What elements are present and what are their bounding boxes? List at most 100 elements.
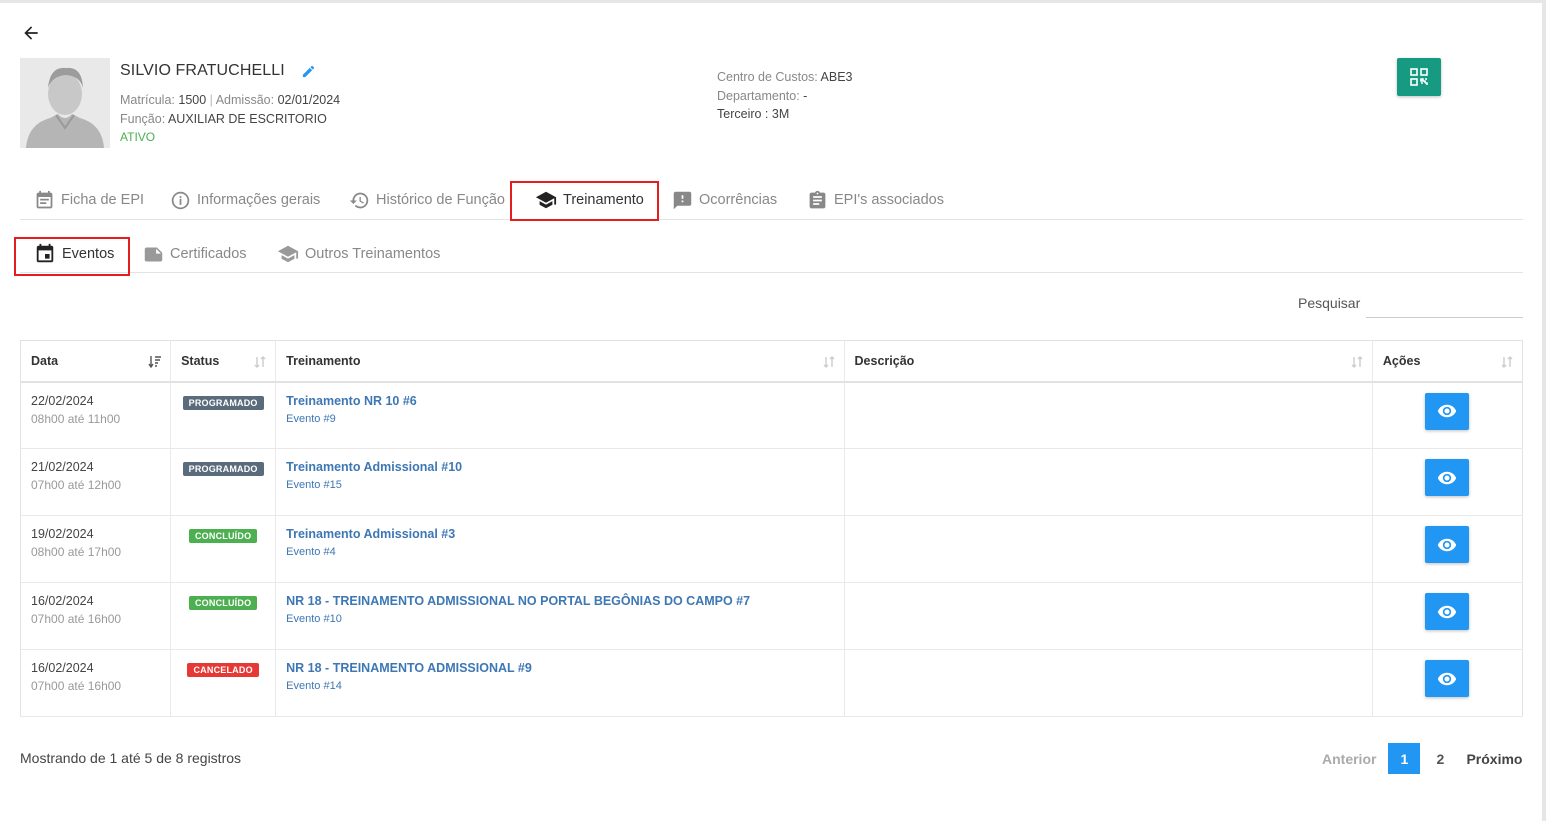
info-circle-icon <box>171 191 190 209</box>
event-id: Evento #14 <box>286 680 342 692</box>
view-button[interactable] <box>1425 593 1470 630</box>
calendar-icon <box>36 243 54 263</box>
cell-description <box>844 649 1373 717</box>
cell-actions <box>1372 582 1523 650</box>
cell-actions <box>1372 448 1523 516</box>
table-row: 22/02/2024 08h00 até 11h00 PROGRAMADO Trein… <box>20 381 1523 449</box>
subtab-eventos[interactable]: Eventos <box>34 235 114 273</box>
cell-training: Treinamento Admissional #3 Evento #4 <box>275 515 845 583</box>
pagination: Anterior 1 2 Próximo <box>1314 743 1530 774</box>
column-label: Status <box>181 353 220 368</box>
training-link[interactable]: NR 18 - TREINAMENTO ADMISSIONAL NO PORTA… <box>286 594 833 608</box>
back-arrow-icon[interactable] <box>21 23 41 43</box>
funcao-label: Função: <box>120 112 166 126</box>
table-row: 19/02/2024 08h00 até 17h00 CONCLUÍDO Treina… <box>20 515 1523 583</box>
tab-historico-de-funcao[interactable]: Histórico de Função <box>349 180 505 220</box>
tab-label: Ficha de EPI <box>61 192 145 208</box>
event-time: 07h00 até 16h00 <box>31 612 122 626</box>
cell-actions <box>1372 649 1523 717</box>
third-party-label: Terceiro : <box>717 107 769 121</box>
view-button[interactable] <box>1425 459 1470 496</box>
subtab-outros-treinamentos[interactable]: Outros Treinamentos <box>277 235 440 273</box>
tab-informacoes-gerais[interactable]: Informações gerais <box>170 180 320 220</box>
column-header-acoes[interactable]: Ações <box>1372 340 1523 383</box>
cell-status: CONCLUÍDO <box>170 582 277 650</box>
column-header-data[interactable]: Data <box>20 340 172 383</box>
matricula-label: Matrícula: <box>120 93 175 107</box>
pagination-previous[interactable]: Anterior <box>1314 743 1384 774</box>
cell-date: 16/02/2024 07h00 até 16h00 <box>20 649 172 717</box>
employee-status: ATIVO <box>120 130 156 144</box>
cell-date: 22/02/2024 08h00 até 11h00 <box>20 381 172 449</box>
table-row: 16/02/2024 07h00 até 16h00 CANCELADO NR 18 … <box>20 649 1523 717</box>
employee-function: Função: AUXILIAR DE ESCRITORIO <box>120 112 327 126</box>
view-button[interactable] <box>1425 526 1470 563</box>
pagination-page-1[interactable]: 1 <box>1388 743 1421 774</box>
event-date: 22/02/2024 <box>31 393 94 408</box>
funcao-value: AUXILIAR DE ESCRITORIO <box>167 112 327 126</box>
cell-description <box>844 381 1373 449</box>
page: SILVIO FRATUCHELLI Matrícula: 1500 | Adm… <box>0 3 1542 821</box>
subtab-label: Eventos <box>62 246 115 262</box>
event-id: Evento #4 <box>286 546 336 558</box>
qr-code-button[interactable] <box>1397 58 1441 96</box>
note-icon <box>144 247 163 261</box>
tab-treinamento[interactable]: Treinamento <box>535 180 644 220</box>
admissao-label: Admissão: <box>215 93 275 107</box>
view-button[interactable] <box>1425 392 1470 430</box>
column-header-descricao[interactable]: Descrição <box>844 340 1373 383</box>
event-date: 21/02/2024 <box>31 460 94 474</box>
training-link[interactable]: NR 18 - TREINAMENTO ADMISSIONAL #9 <box>286 661 833 675</box>
subtab-label: Certificados <box>170 246 247 262</box>
tab-ficha-de-epi[interactable]: Ficha de EPI <box>34 180 144 220</box>
column-header-treinamento[interactable]: Treinamento <box>275 340 845 383</box>
training-link[interactable]: Treinamento Admissional #10 <box>286 460 833 474</box>
tab-label: Informações gerais <box>197 192 321 208</box>
matricula-value: 1500 <box>178 93 207 107</box>
department-value: - <box>803 89 808 103</box>
column-label: Ações <box>1382 353 1421 368</box>
tab-epis-associados[interactable]: EPI's associados <box>807 180 944 220</box>
status-badge: CONCLUÍDO <box>188 596 258 610</box>
status-badge: CANCELADO <box>187 663 259 677</box>
qr-code-icon <box>1410 68 1428 86</box>
cell-actions <box>1372 381 1523 449</box>
cell-status: PROGRAMADO <box>170 448 277 516</box>
event-time: 08h00 até 17h00 <box>31 545 122 559</box>
cell-training: Treinamento NR 10 #6 Evento #9 <box>275 381 845 449</box>
sort-icon <box>823 356 835 368</box>
feedback-alert-icon <box>673 191 692 209</box>
training-link[interactable]: Treinamento NR 10 #6 <box>286 394 833 408</box>
pagination-next[interactable]: Próximo <box>1458 743 1530 774</box>
view-button[interactable] <box>1425 660 1470 697</box>
eye-icon <box>1438 605 1457 618</box>
records-info: Mostrando de 1 até 5 de 8 registros <box>20 750 242 766</box>
event-id: Evento #9 <box>286 412 336 425</box>
cell-status: PROGRAMADO <box>170 381 277 449</box>
sub-tabs: Eventos Certificados Outros Treinamentos <box>14 235 1523 276</box>
sort-desc-icon <box>148 356 162 369</box>
table-body: 22/02/2024 08h00 até 11h00 PROGRAMADO Trein… <box>20 381 1523 717</box>
status-badge: CONCLUÍDO <box>188 529 258 543</box>
eye-icon <box>1438 404 1457 418</box>
third-party: Terceiro : 3M <box>717 107 789 121</box>
tab-ocorrencias[interactable]: Ocorrências <box>672 180 777 220</box>
training-link[interactable]: Treinamento Admissional #3 <box>286 527 833 541</box>
graduation-cap-icon <box>277 245 299 263</box>
pencil-icon[interactable] <box>301 64 316 79</box>
cost-center: Centro de Custos: ABE3 <box>717 70 853 84</box>
search-input[interactable] <box>1366 288 1523 318</box>
tab-label: Treinamento <box>563 192 644 208</box>
pagination-page-2[interactable]: 2 <box>1426 743 1454 774</box>
column-label: Treinamento <box>286 353 361 368</box>
subtab-certificados[interactable]: Certificados <box>143 235 247 273</box>
main-tabs: Ficha de EPI Informações gerais Históric… <box>20 180 1523 221</box>
tab-label: Ocorrências <box>699 192 778 208</box>
sort-icon <box>1351 356 1363 368</box>
third-party-value: 3M <box>771 107 790 121</box>
admissao-value: 02/01/2024 <box>277 93 341 107</box>
event-date: 19/02/2024 <box>31 527 94 541</box>
cell-training: NR 18 - TREINAMENTO ADMISSIONAL NO PORTA… <box>275 582 845 650</box>
column-header-status[interactable]: Status <box>170 340 277 383</box>
tab-label: EPI's associados <box>834 192 944 208</box>
